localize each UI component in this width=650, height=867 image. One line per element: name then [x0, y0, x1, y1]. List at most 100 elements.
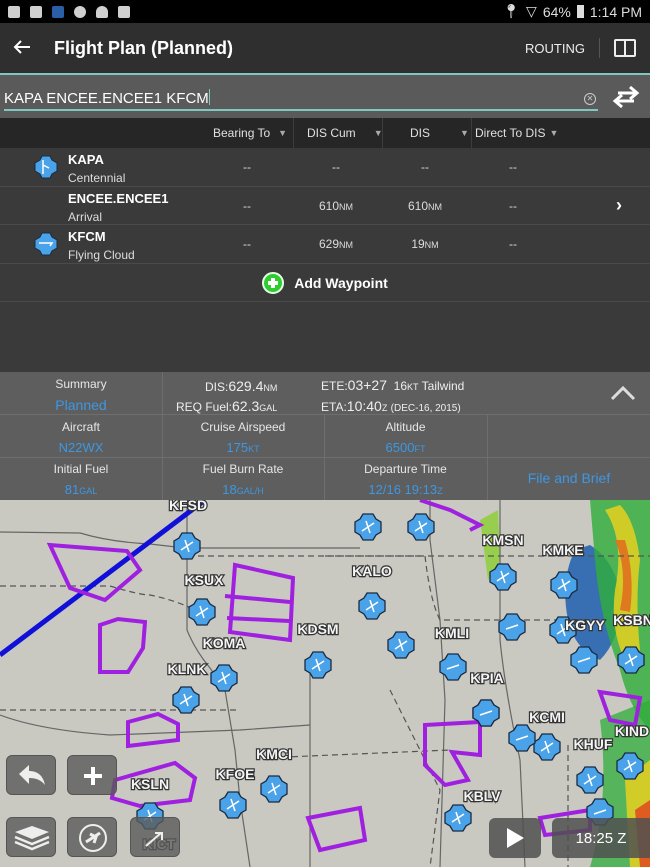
cruise-airspeed-value[interactable]: 175KT: [162, 440, 324, 455]
image-icon: [30, 5, 42, 18]
waypoint-name: Flying Cloud: [68, 248, 135, 262]
airport-marker[interactable]: [304, 651, 332, 679]
airport-label: KMKE: [542, 542, 583, 558]
map-back-button[interactable]: [6, 755, 56, 795]
waypoint-row[interactable]: ENCEE.ENCEE1 Arrival -- 610NM 610NM -- ›: [0, 186, 650, 225]
cruise-airspeed-label: Cruise Airspeed: [200, 420, 286, 434]
value: 10:40: [346, 398, 382, 414]
airport-marker[interactable]: [358, 592, 386, 620]
add-waypoint-button[interactable]: Add Waypoint: [0, 264, 650, 302]
arrow-left-icon: [13, 40, 30, 54]
column-dis[interactable]: DIS ▼: [410, 118, 469, 148]
airport-marker[interactable]: [508, 724, 536, 752]
aircraft-value[interactable]: N22WX: [0, 440, 162, 455]
swap-arrows-icon[interactable]: [610, 83, 642, 111]
waypoint-row[interactable]: KAPA Centennial -- -- -- --: [0, 148, 650, 187]
waypoint-name: Arrival: [68, 209, 103, 224]
value: 610: [407, 198, 429, 213]
altitude-value[interactable]: 6500FT: [324, 440, 487, 455]
route-line: [0, 500, 207, 657]
bearing-value: --: [243, 160, 251, 174]
routing-button[interactable]: ROUTING: [525, 41, 585, 56]
layers-button[interactable]: [6, 817, 56, 857]
column-label: DIS: [410, 126, 431, 140]
divider: [599, 38, 600, 58]
unit: FT: [414, 444, 426, 454]
column-divider: [382, 118, 383, 148]
map-tool-button[interactable]: [130, 817, 180, 857]
airport-marker[interactable]: [210, 664, 238, 692]
departure-time-value[interactable]: 12/16 19:13Z: [324, 482, 487, 497]
chevron-up-icon[interactable]: [610, 385, 636, 401]
airport-label: KGYY: [565, 617, 605, 633]
column-dis-cum[interactable]: DIS Cum ▼: [307, 118, 383, 148]
airport-marker[interactable]: [173, 532, 201, 560]
departure-time-label: Departure Time: [364, 462, 447, 476]
undo-arrow-icon: [19, 765, 45, 785]
airport-marker[interactable]: [354, 513, 382, 541]
cloud-icon: [96, 5, 108, 18]
column-divider: [471, 118, 472, 148]
summary-status[interactable]: Planned: [0, 397, 162, 413]
airport-labels: KFSD KSUX KOMA KLNK KDSM KALO KMLI KPIA KMSN KMKE…: [130, 500, 650, 853]
clear-circle-icon[interactable]: ✕: [584, 93, 596, 105]
zoom-in-button[interactable]: [67, 755, 117, 795]
route-input[interactable]: KAPA ENCEE.ENCEE1 KFCM: [4, 89, 598, 111]
dis-cum-value: --: [332, 160, 340, 174]
airport-marker[interactable]: [188, 598, 216, 626]
waypoint-row[interactable]: KFCM Flying Cloud -- 629NM 19NM --: [0, 225, 650, 264]
dis-cum-value: 610NM: [296, 199, 376, 213]
divider: [0, 414, 650, 415]
chevron-right-icon[interactable]: ›: [616, 195, 622, 216]
airport-marker[interactable]: [444, 804, 472, 832]
initial-fuel-value[interactable]: 81GAL: [0, 482, 162, 497]
layers-icon: [14, 826, 50, 851]
unit: NM: [428, 201, 443, 212]
unit: GAL: [79, 486, 98, 496]
airport-icon: [34, 155, 58, 179]
radar-time-button[interactable]: 18:25 Z: [552, 818, 650, 858]
value: 62.3: [232, 398, 260, 414]
sort-triangle-icon: ▼: [460, 128, 469, 138]
distance-total: DIS:629.4NM: [205, 378, 277, 394]
center-aircraft-button[interactable]: [67, 817, 117, 857]
add-waypoint-label: Add Waypoint: [294, 274, 388, 291]
airport-marker[interactable]: [533, 733, 561, 761]
value: 610: [318, 198, 340, 213]
file-and-brief-button[interactable]: File and Brief: [488, 470, 650, 486]
fuel-burn-value[interactable]: 18GAL/H: [162, 482, 324, 497]
unit: Z: [437, 486, 443, 496]
airport-marker[interactable]: [576, 766, 604, 794]
value: 6500: [385, 440, 415, 455]
waypoint-name: Centennial: [68, 171, 126, 185]
screenshot-icon: [8, 5, 20, 18]
route-text: KAPA ENCEE.ENCEE1 KFCM: [4, 90, 209, 107]
sort-triangle-icon: ▼: [278, 128, 288, 138]
battery-percent: 64%: [542, 3, 571, 20]
route-bar: KAPA ENCEE.ENCEE1 KFCM ✕: [0, 73, 650, 118]
direct-to-value: --: [509, 160, 517, 174]
map-canvas[interactable]: KFSD KSUX KOMA KLNK KDSM KALO KMLI KPIA KMSN KMKE…: [0, 500, 650, 867]
book-open-icon[interactable]: [614, 39, 636, 57]
page-title: Flight Plan (Planned): [54, 37, 233, 58]
dis-value: 19NM: [385, 237, 465, 251]
map-view[interactable]: KFSD KSUX KOMA KLNK KDSM KALO KMLI KPIA KMSN KMKE…: [0, 500, 650, 867]
dis-value: --: [421, 160, 429, 174]
unit: GAL/H: [236, 486, 264, 496]
airport-label: KIND: [615, 723, 649, 739]
column-direct-to-dis[interactable]: Direct To DIS ▼: [475, 118, 558, 148]
airport-marker[interactable]: [172, 686, 200, 714]
airport-marker[interactable]: [260, 775, 288, 803]
app-bar: Flight Plan (Planned) ROUTING: [0, 23, 650, 73]
column-headers: Bearing To ▼ DIS Cum ▼ DIS ▼ Direct To DIS ▼: [0, 118, 650, 148]
column-bearing-to[interactable]: Bearing To ▼: [213, 118, 287, 148]
play-button[interactable]: [489, 818, 541, 858]
airport-label: KPIA: [470, 670, 503, 686]
dis-cum-value: 629NM: [296, 237, 376, 251]
unit: KT: [407, 382, 419, 392]
back-button[interactable]: [0, 35, 44, 61]
airport-marker[interactable]: [498, 613, 526, 641]
value: N22WX: [58, 440, 104, 455]
status-bar: 📍︎ ▽ 64% 1:14 PM: [0, 0, 650, 23]
airport-marker[interactable]: [387, 631, 415, 659]
